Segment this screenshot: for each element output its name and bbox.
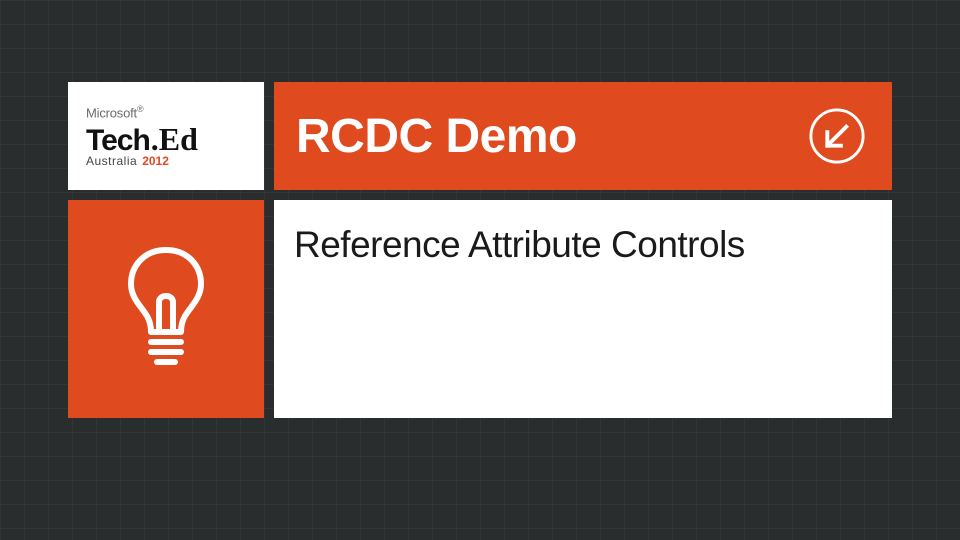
slide: Microsoft® Tech .Ed Australia 2012 RCDC … (68, 82, 892, 418)
top-row: Microsoft® Tech .Ed Australia 2012 RCDC … (68, 82, 892, 190)
slide-subtitle: Reference Attribute Controls (294, 224, 872, 266)
vendor-text: Microsoft (86, 106, 137, 121)
brand-right: .Ed (151, 121, 198, 158)
bulb-tile (68, 200, 264, 418)
region-label: Australia (86, 154, 137, 168)
bottom-row: Reference Attribute Controls (68, 200, 892, 418)
logo-tile: Microsoft® Tech .Ed Australia 2012 (68, 82, 264, 190)
brand-left: Tech (86, 124, 150, 158)
subtitle-tile: Reference Attribute Controls (274, 200, 892, 418)
year-label: 2012 (142, 154, 169, 168)
vendor-label: Microsoft® (86, 104, 264, 120)
lightbulb-icon (121, 244, 211, 374)
arrow-down-left-circle-icon (808, 107, 866, 165)
registered-mark: ® (137, 104, 143, 114)
region-row: Australia 2012 (86, 154, 264, 168)
brand-wordmark: Tech .Ed (86, 121, 264, 158)
title-tile: RCDC Demo (274, 82, 892, 190)
slide-title: RCDC Demo (296, 109, 577, 164)
